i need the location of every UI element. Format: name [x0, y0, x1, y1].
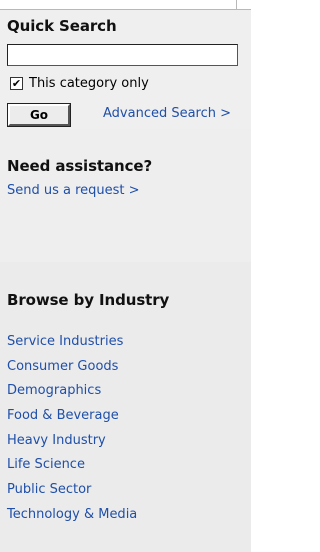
industry-link-public-sector[interactable]: Public Sector [7, 482, 91, 497]
top-notch [236, 0, 237, 10]
industry-link-life-science[interactable]: Life Science [7, 457, 85, 472]
industry-list: Service Industries Consumer Goods Demogr… [7, 333, 137, 531]
quick-search-title: Quick Search [7, 17, 117, 35]
industry-link-heavy-industry[interactable]: Heavy Industry [7, 433, 106, 448]
checkbox-label: This category only [29, 76, 149, 91]
category-only-checkbox[interactable]: ✔ This category only [10, 76, 149, 91]
industry-link-demographics[interactable]: Demographics [7, 383, 101, 398]
industry-link-food-beverage[interactable]: Food & Beverage [7, 408, 119, 423]
browse-industry-section: Browse by Industry Service Industries Co… [0, 262, 251, 552]
assistance-section: Need assistance? Send us a request > [0, 129, 251, 262]
industry-link-consumer-goods[interactable]: Consumer Goods [7, 359, 118, 374]
send-request-link[interactable]: Send us a request > [7, 183, 140, 198]
checkbox-check-icon[interactable]: ✔ [10, 77, 23, 90]
industry-link-technology-media[interactable]: Technology & Media [7, 507, 137, 522]
top-border [0, 0, 251, 10]
browse-title: Browse by Industry [7, 291, 170, 309]
search-input[interactable] [7, 44, 238, 66]
industry-link-service-industries[interactable]: Service Industries [7, 334, 123, 349]
advanced-search-link[interactable]: Advanced Search > [103, 106, 231, 121]
sidebar-panel: Quick Search ✔ This category only Go Adv… [0, 10, 251, 552]
quick-search-section: Quick Search ✔ This category only Go Adv… [0, 10, 251, 129]
assistance-title: Need assistance? [7, 157, 153, 175]
go-button[interactable]: Go [7, 103, 71, 127]
